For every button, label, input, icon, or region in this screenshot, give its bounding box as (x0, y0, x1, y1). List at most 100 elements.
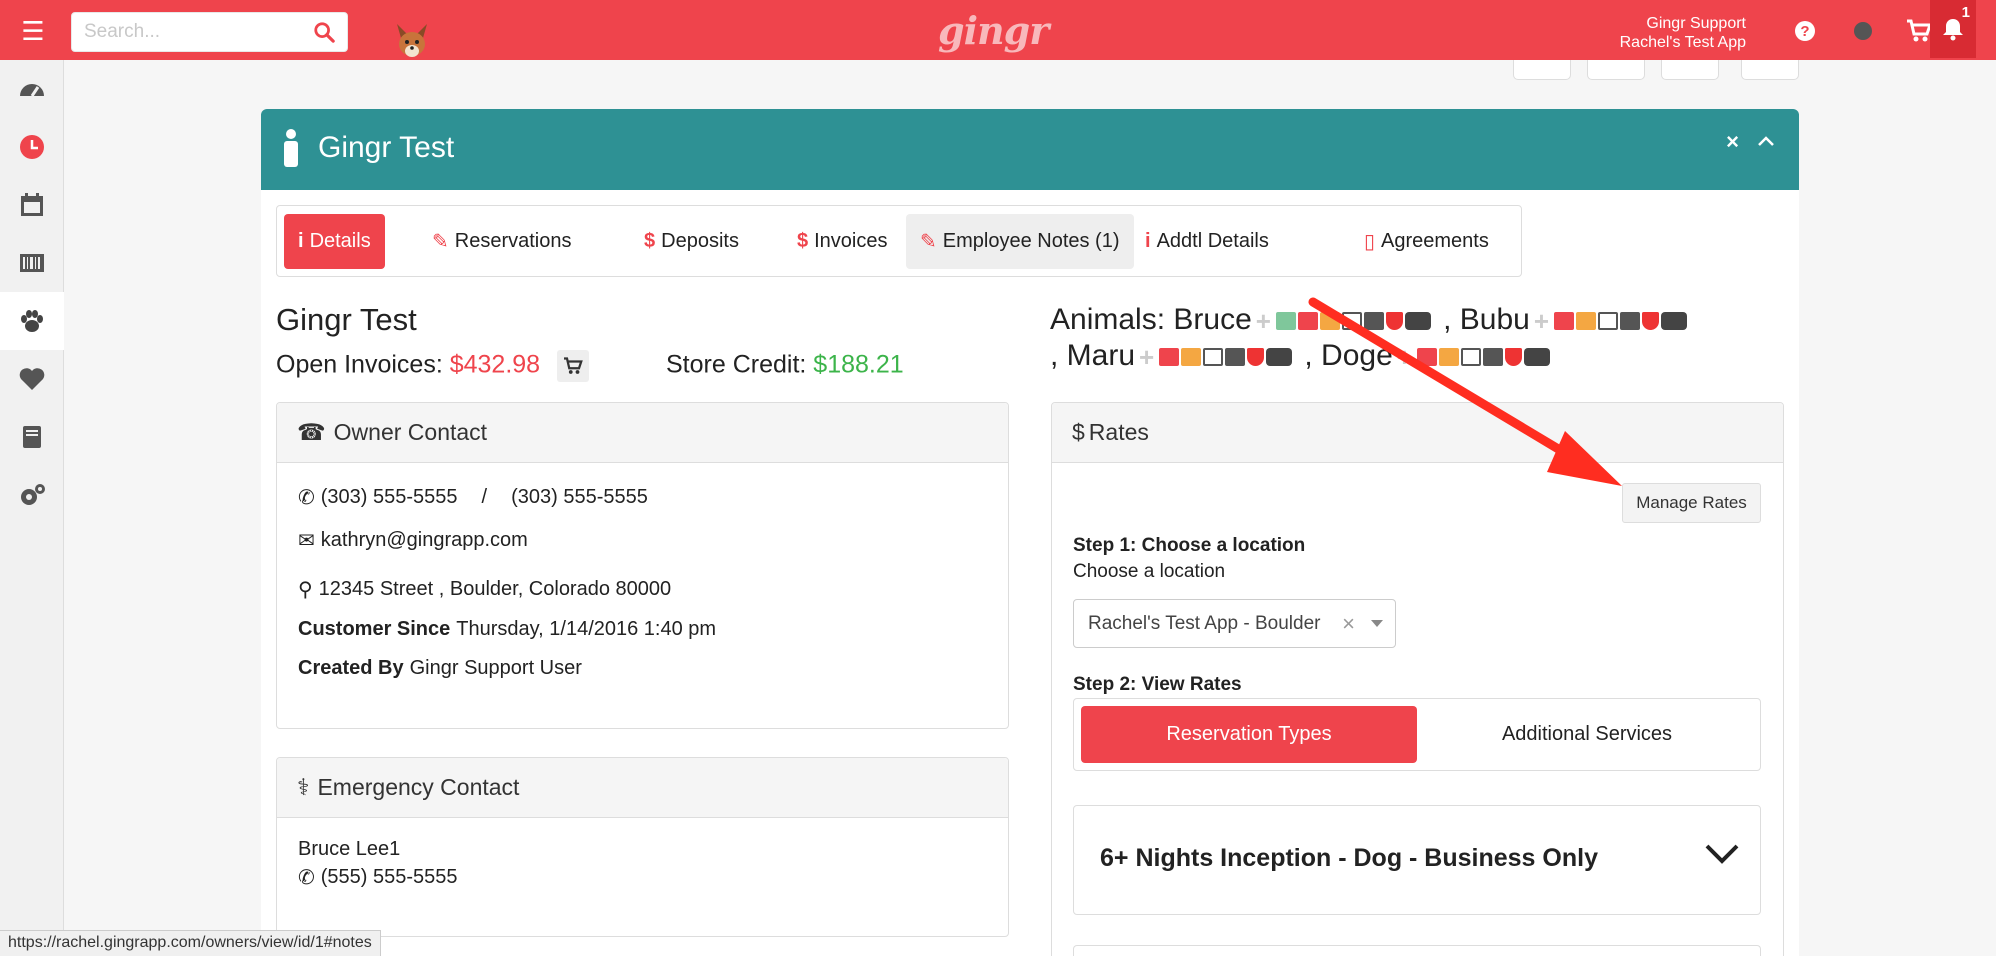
dashboard-icon (20, 84, 44, 97)
sidebar-item-barcode[interactable] (0, 234, 64, 292)
reservation-types-button[interactable]: Reservation Types (1081, 706, 1417, 763)
chevron-up-icon[interactable] (1757, 135, 1775, 147)
owner-balances: Open Invoices: $432.98 Store Credit: $18… (276, 350, 904, 382)
print-owner-button[interactable] (1661, 60, 1719, 80)
notifications-button[interactable]: 1 (1930, 0, 1976, 58)
tab-label: Deposits (661, 230, 739, 252)
email-link[interactable]: kathryn@gingrapp.com (321, 529, 528, 552)
rate-accordion[interactable]: 6+ Nights Inception - Dog - Business Onl… (1073, 805, 1761, 915)
info-icon: i (1145, 230, 1151, 252)
image-icon (1341, 312, 1362, 331)
open-invoices-label: Open Invoices: (276, 350, 443, 379)
animal-link[interactable]: , Maru (1050, 339, 1135, 372)
animal-link[interactable]: , Bubu (1443, 303, 1530, 336)
owner-tabs: i Details ✎ Reservations $ Deposits $ Invoic… (276, 205, 1522, 277)
card-owner-button[interactable] (1741, 60, 1799, 80)
close-icon[interactable]: × (1726, 129, 1739, 155)
sidebar-item-settings[interactable] (0, 466, 64, 524)
address-text: 12345 Street , Boulder, Colorado 80000 (318, 578, 672, 600)
email-owner-button[interactable] (1587, 60, 1645, 80)
help-icon[interactable]: ? (1790, 16, 1820, 46)
search-icon[interactable] (313, 21, 335, 43)
paw-icon (21, 310, 43, 332)
card-title: Owner Contact (333, 419, 488, 445)
note-icon (1438, 348, 1459, 367)
created-by-label: Created By (298, 657, 404, 679)
plus-icon[interactable]: + (1256, 308, 1274, 334)
id-card-icon (1225, 348, 1246, 367)
phone-secondary[interactable]: (303) 555-5555 (511, 486, 648, 509)
animal-badges: + (1139, 344, 1293, 370)
dollar-icon: $ (797, 230, 809, 252)
phone-separator: / (481, 486, 488, 508)
hamburger-menu-icon[interactable]: ☰ (8, 12, 58, 50)
emergency-phone[interactable]: (555) 555-5555 (321, 866, 458, 889)
dollar-icon: $ (1072, 419, 1085, 445)
ticket-icon (1266, 348, 1293, 367)
edit-owner-button[interactable] (1513, 60, 1571, 80)
sidebar-item-favorites[interactable] (0, 350, 64, 408)
chevron-down-icon[interactable] (1704, 842, 1740, 866)
image-icon (1597, 312, 1618, 331)
plus-icon[interactable]: + (1397, 344, 1415, 370)
status-dot-icon[interactable] (1848, 16, 1878, 46)
person-icon (284, 129, 298, 167)
rate-accordion-next[interactable] (1073, 945, 1761, 956)
clear-icon[interactable]: × (1342, 611, 1355, 637)
tab-agreements[interactable]: ▯ Agreements (1350, 214, 1503, 269)
tab-invoices[interactable]: $ Invoices (783, 214, 902, 269)
search-input[interactable] (72, 13, 292, 51)
support-app: Rachel's Test App (1619, 34, 1746, 51)
gingr-logo: gingr (938, 8, 1049, 53)
id-card-icon (1619, 312, 1640, 331)
manage-rates-button[interactable]: Manage Rates (1622, 483, 1761, 523)
sidebar-item-dashboard[interactable] (0, 60, 64, 118)
emergency-phone-row: ✆ (555) 555-5555 (298, 865, 987, 890)
ticket-icon (1660, 312, 1687, 331)
additional-services-button[interactable]: Additional Services (1419, 706, 1755, 763)
location-value: Rachel's Test App - Boulder (1088, 612, 1321, 634)
accordion-title: 6+ Nights Inception - Dog - Business Onl… (1100, 844, 1598, 872)
phone-row: ✆ (303) 555-5555 / (303) 555-5555 (298, 485, 987, 510)
caret-down-icon[interactable] (1371, 620, 1383, 627)
location-select[interactable]: Rachel's Test App - Boulder × (1073, 599, 1396, 648)
search-box[interactable] (71, 12, 348, 52)
tab-employee-notes[interactable]: ✎ Employee Notes (1) (906, 214, 1134, 269)
ticket-icon (1404, 312, 1431, 331)
tab-addtl-details[interactable]: i Addtl Details (1131, 214, 1283, 269)
sidebar-item-animals[interactable] (0, 292, 64, 350)
phone-icon: ✆ (298, 867, 315, 889)
animals-label: Animals: (1050, 303, 1166, 336)
animal-link[interactable]: Bruce (1173, 303, 1251, 336)
clock-icon (20, 135, 44, 159)
note-icon (1319, 312, 1340, 331)
shield-icon (1504, 348, 1522, 367)
animal-link[interactable]: , Doge (1304, 339, 1392, 372)
sidebar (0, 60, 64, 956)
flag-icon (1275, 312, 1296, 331)
cart-icon[interactable] (557, 350, 590, 382)
map-marker-icon: ⚲ (298, 579, 313, 601)
support-account[interactable]: Gingr Support Rachel's Test App (1620, 14, 1746, 52)
dollar-badge-icon (1416, 348, 1437, 367)
notification-count: 1 (1961, 4, 1970, 21)
plus-icon[interactable]: + (1139, 344, 1157, 370)
tab-details[interactable]: i Details (284, 214, 385, 269)
sidebar-item-clock[interactable] (0, 118, 64, 176)
customer-since-row: Customer Since Thursday, 1/14/2016 1:40 … (298, 618, 987, 641)
animal-badges: + (1256, 308, 1431, 334)
animal-badges: + (1397, 344, 1550, 370)
open-invoices-value[interactable]: $432.98 (450, 351, 540, 379)
tab-deposits[interactable]: $ Deposits (630, 214, 753, 269)
sidebar-item-reports[interactable] (0, 408, 64, 466)
rates-view-toggle: Reservation Types Additional Services (1073, 698, 1761, 771)
plus-icon[interactable]: + (1534, 308, 1552, 334)
sidebar-item-calendar[interactable] (0, 176, 64, 234)
phone-primary[interactable]: (303) 555-5555 (321, 486, 458, 509)
step2-title: Step 2: View Rates (1073, 674, 1242, 695)
tab-reservations[interactable]: ✎ Reservations (418, 214, 585, 269)
animal-badges: + (1534, 308, 1687, 334)
emergency-contact-card: ⚕ Emergency Contact Bruce Lee1 ✆ (555) 5… (276, 757, 1009, 937)
customer-since-label: Customer Since (298, 618, 451, 640)
animals-list: Animals: Bruce + , Bubu + , Maru + , Doge + (1050, 302, 1790, 374)
